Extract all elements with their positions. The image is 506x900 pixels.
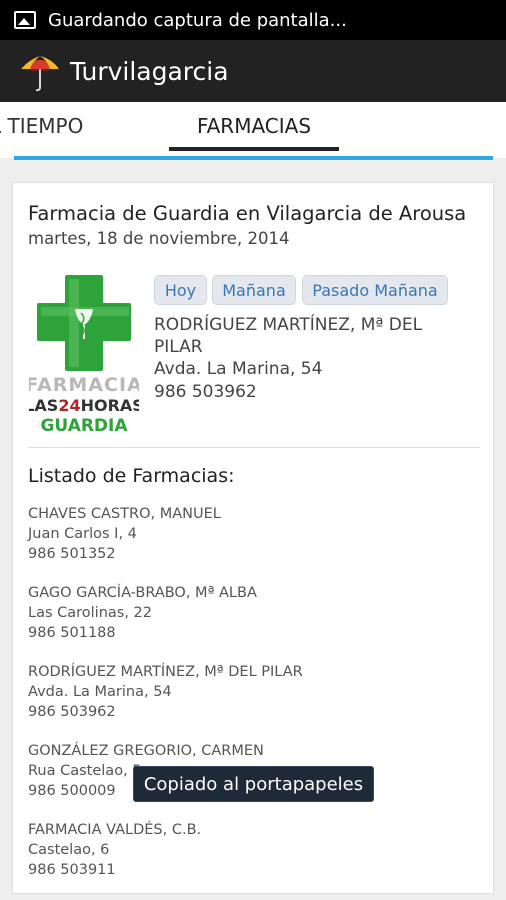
list-item-phone: 986 501352 xyxy=(28,546,116,562)
tab-selected-indicator xyxy=(169,147,339,151)
tab-tiempo[interactable]: L TIEMPO xyxy=(0,114,83,138)
list-item[interactable]: FARMACIA VALDÉS, C.B. Castelao, 6 986 50… xyxy=(28,820,201,880)
action-bar: Turvilagarcia xyxy=(0,40,506,102)
list-item-address: Avda. La Marina, 54 xyxy=(28,684,172,700)
list-item-phone: 986 501188 xyxy=(28,625,116,641)
tab-bar: L TIEMPO FARMACIAS xyxy=(0,102,506,158)
guard-date: martes, 18 de noviembre, 2014 xyxy=(28,229,290,248)
svg-text:LAS24HORAS: LAS24HORAS xyxy=(29,396,139,415)
list-item-name: GAGO GARCÍA-BRABO, Mª ALBA xyxy=(28,585,257,601)
tab-underline xyxy=(14,156,493,160)
today-button[interactable]: Hoy xyxy=(154,275,207,305)
list-item-phone: 986 503911 xyxy=(28,862,116,878)
tomorrow-button[interactable]: Mañana xyxy=(212,275,296,305)
list-item-name: GONZÁLEZ GREGORIO, CARMEN xyxy=(28,743,264,759)
list-item-name: RODRÍGUEZ MARTÍNEZ, Mª DEL PILAR xyxy=(28,664,303,680)
list-item-name: FARMACIA VALDÉS, C.B. xyxy=(28,822,202,838)
divider xyxy=(28,447,480,448)
list-item-address: Castelao, 6 xyxy=(28,842,110,858)
list-item-address: Las Carolinas, 22 xyxy=(28,605,153,621)
copied-toast: Copiado al portapapeles xyxy=(133,766,374,802)
svg-text:GUARDIA: GUARDIA xyxy=(40,416,128,436)
tab-farmacias[interactable]: FARMACIAS xyxy=(169,114,339,138)
umbrella-icon[interactable] xyxy=(18,49,62,93)
app-title: Turvilagarcia xyxy=(70,56,229,86)
guard-pharmacy-name: RODRÍGUEZ MARTÍNEZ, Mª DEL PILAR xyxy=(154,315,423,357)
list-item[interactable]: GAGO GARCÍA-BRABO, Mª ALBA Las Carolinas… xyxy=(28,583,257,643)
guard-pharmacy-address: Avda. La Marina, 54 xyxy=(154,359,323,379)
guard-heading: Farmacia de Guardia en Vilagarcia de Aro… xyxy=(28,202,467,225)
image-icon xyxy=(14,11,36,29)
pharmacy-cross-icon xyxy=(37,275,131,371)
status-notification: Guardando captura de pantalla... xyxy=(48,9,347,31)
list-title: Listado de Farmacias: xyxy=(28,465,235,487)
list-item[interactable]: CHAVES CASTRO, MANUEL Juan Carlos I, 4 9… xyxy=(28,504,221,564)
guard-pharmacy-phone[interactable]: 986 503962 xyxy=(154,382,257,402)
svg-text:FARMACIA: FARMACIA xyxy=(29,374,139,396)
list-item-name: CHAVES CASTRO, MANUEL xyxy=(28,506,221,522)
list-item-address: Juan Carlos I, 4 xyxy=(28,526,137,542)
day-after-tomorrow-button[interactable]: Pasado Mañana xyxy=(302,275,448,305)
list-item[interactable]: RODRÍGUEZ MARTÍNEZ, Mª DEL PILAR Avda. L… xyxy=(28,662,303,722)
pharmacy-logo: FARMACIA LAS24HORAS GUARDIA xyxy=(29,275,139,436)
list-item-phone: 986 503962 xyxy=(28,704,116,720)
status-bar: Guardando captura de pantalla... xyxy=(0,0,506,40)
